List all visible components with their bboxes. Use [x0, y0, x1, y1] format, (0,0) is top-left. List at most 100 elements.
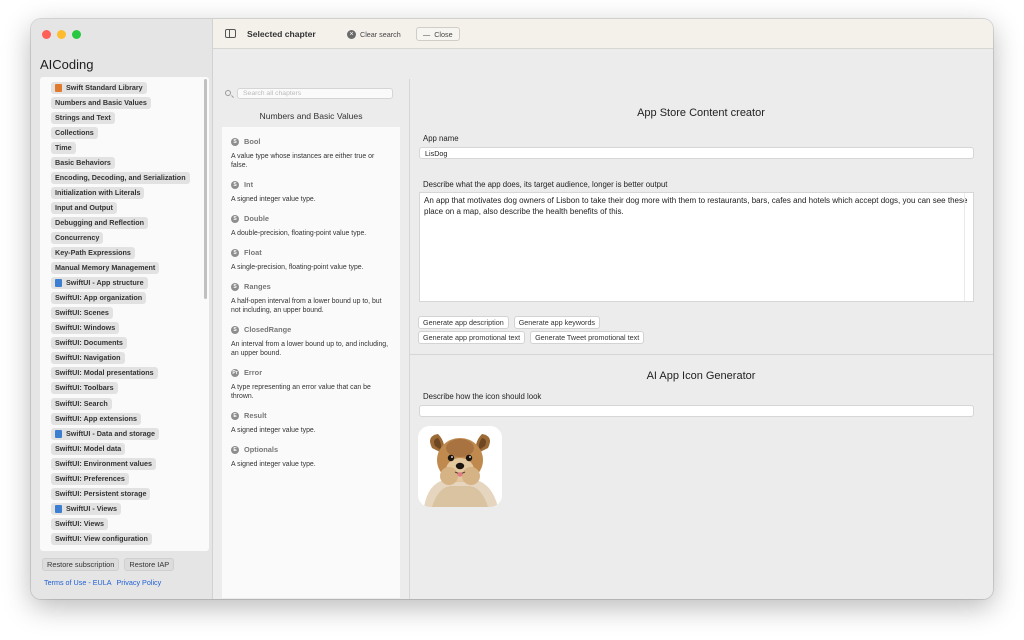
- chapter-chip[interactable]: SwiftUI: Search: [51, 397, 112, 410]
- entry-title[interactable]: S Ranges: [231, 282, 391, 291]
- sidebar-item[interactable]: Initialization with Literals: [51, 185, 209, 200]
- sidebar-item[interactable]: SwiftUI - App structure: [51, 276, 209, 291]
- chapter-label: Basic Behaviors: [55, 157, 111, 167]
- chapter-chip[interactable]: SwiftUI - Data and storage: [51, 427, 160, 440]
- sidebar-item[interactable]: SwiftUI: Windows: [51, 321, 209, 336]
- generate-promo-text-button[interactable]: Generate app promotional text: [418, 331, 526, 344]
- sidebar-item[interactable]: SwiftUI: Persistent storage: [51, 486, 209, 501]
- sidebar-item[interactable]: Collections: [51, 125, 209, 140]
- chapter-chip[interactable]: SwiftUI: App organization: [51, 292, 147, 305]
- terms-link[interactable]: Terms of Use - EULA: [44, 578, 112, 587]
- chapter-chip[interactable]: Strings and Text: [51, 111, 115, 124]
- chapter-chip[interactable]: SwiftUI: Documents: [51, 337, 127, 350]
- window-controls: [42, 30, 81, 39]
- close-window-button[interactable]: [42, 30, 51, 39]
- chapter-chip[interactable]: SwiftUI: Views: [51, 517, 108, 530]
- chapter-chip[interactable]: SwiftUI: Preferences: [51, 472, 129, 485]
- search-input[interactable]: [237, 87, 393, 99]
- chapter-label: SwiftUI - Data and storage: [66, 428, 156, 438]
- sidebar-item[interactable]: Basic Behaviors: [51, 155, 209, 170]
- restore-iap-button[interactable]: Restore IAP: [124, 558, 175, 571]
- generated-app-icon[interactable]: [418, 426, 502, 507]
- app-name-input[interactable]: [419, 147, 974, 159]
- generate-description-button[interactable]: Generate app description: [418, 316, 509, 329]
- chapter-chip[interactable]: SwiftUI: Environment values: [51, 457, 157, 470]
- close-button[interactable]: — Close: [416, 27, 460, 41]
- sidebar-item[interactable]: Concurrency: [51, 230, 209, 245]
- chapter-chip[interactable]: Collections: [51, 126, 98, 139]
- sidebar-item[interactable]: SwiftUI: Navigation: [51, 351, 209, 366]
- entry-title[interactable]: S Double: [231, 214, 391, 223]
- chapter-chip[interactable]: SwiftUI: Scenes: [51, 307, 113, 320]
- chapter-chip[interactable]: Numbers and Basic Values: [51, 96, 151, 109]
- entry-title[interactable]: E Optionals: [231, 445, 391, 454]
- entry-title[interactable]: S Int: [231, 180, 391, 189]
- chapter-chip[interactable]: Time: [51, 141, 76, 154]
- entry-title[interactable]: S Bool: [231, 137, 391, 146]
- sidebar-item[interactable]: Time: [51, 140, 209, 155]
- sidebar-item[interactable]: SwiftUI: Views: [51, 516, 209, 531]
- restore-subscription-button[interactable]: Restore subscription: [42, 558, 120, 571]
- entry-title[interactable]: E Result: [231, 411, 391, 420]
- chapter-chip[interactable]: SwiftUI - Views: [51, 502, 121, 515]
- icon-description-input[interactable]: [419, 405, 974, 417]
- chapter-chip[interactable]: SwiftUI: Navigation: [51, 352, 125, 365]
- textarea-scrollbar[interactable]: [964, 193, 973, 301]
- sidebar-item[interactable]: Strings and Text: [51, 110, 209, 125]
- chapter-chip[interactable]: SwiftUI: Modal presentations: [51, 367, 158, 380]
- chapter-chip[interactable]: Input and Output: [51, 201, 117, 214]
- sidebar-item[interactable]: Encoding, Decoding, and Serialization: [51, 170, 209, 185]
- sidebar-item[interactable]: Numbers and Basic Values: [51, 95, 209, 110]
- chapter-chip[interactable]: Debugging and Reflection: [51, 216, 149, 229]
- sidebar-item[interactable]: SwiftUI: Model data: [51, 441, 209, 456]
- chapter-heading: Numbers and Basic Values: [259, 111, 363, 121]
- chapter-chip[interactable]: SwiftUI - App structure: [51, 277, 148, 290]
- sidebar-item[interactable]: Debugging and Reflection: [51, 215, 209, 230]
- chapter-chip[interactable]: Key-Path Expressions: [51, 247, 135, 260]
- sidebar-item[interactable]: SwiftUI: View configuration: [51, 531, 209, 546]
- sidebar-item[interactable]: SwiftUI: Search: [51, 396, 209, 411]
- sidebar-toggle-icon[interactable]: [225, 29, 236, 38]
- chapter-chip[interactable]: SwiftUI: Model data: [51, 442, 126, 455]
- chapter-chip[interactable]: Manual Memory Management: [51, 262, 160, 275]
- entry-title[interactable]: S ClosedRange: [231, 325, 391, 334]
- chapter-chip[interactable]: SwiftUI: App extensions: [51, 412, 141, 425]
- describe-textarea[interactable]: An app that motivates dog owners of Lisb…: [419, 192, 974, 302]
- sidebar-item[interactable]: SwiftUI: Environment values: [51, 456, 209, 471]
- type-badge-icon: Pr: [231, 368, 239, 377]
- chapter-chip[interactable]: Encoding, Decoding, and Serialization: [51, 171, 190, 184]
- sidebar-item[interactable]: Manual Memory Management: [51, 261, 209, 276]
- sidebar-item[interactable]: SwiftUI: App extensions: [51, 411, 209, 426]
- chapter-chip[interactable]: SwiftUI: Windows: [51, 322, 120, 335]
- sidebar-item[interactable]: SwiftUI: Scenes: [51, 306, 209, 321]
- chapter-chip[interactable]: SwiftUI: Persistent storage: [51, 487, 151, 500]
- zoom-window-button[interactable]: [72, 30, 81, 39]
- generate-tweet-button[interactable]: Generate Tweet promotional text: [530, 331, 645, 344]
- dog-icon: [418, 426, 502, 507]
- sidebar-item[interactable]: SwiftUI: Modal presentations: [51, 366, 209, 381]
- sidebar-item[interactable]: SwiftUI: App organization: [51, 291, 209, 306]
- chapter-chip[interactable]: Swift Standard Library: [51, 81, 147, 94]
- entry-title[interactable]: S Float: [231, 248, 391, 257]
- sidebar-item[interactable]: SwiftUI: Documents: [51, 336, 209, 351]
- chapter-chip[interactable]: Concurrency: [51, 231, 104, 244]
- chapter-chip[interactable]: Initialization with Literals: [51, 186, 145, 199]
- entry-title[interactable]: Pr Error: [231, 368, 391, 377]
- sidebar-item[interactable]: Swift Standard Library: [51, 80, 209, 95]
- sidebar-item[interactable]: Input and Output: [51, 200, 209, 215]
- clear-search-button[interactable]: × Clear search: [342, 27, 406, 41]
- chapter-chip[interactable]: SwiftUI: Toolbars: [51, 382, 118, 395]
- minimize-window-button[interactable]: [57, 30, 66, 39]
- chapter-label: Key-Path Expressions: [55, 248, 131, 258]
- sidebar-scrollbar[interactable]: [204, 79, 207, 299]
- sidebar-item[interactable]: SwiftUI: Toolbars: [51, 381, 209, 396]
- generate-keywords-button[interactable]: Generate app keywords: [513, 316, 601, 329]
- sidebar-item[interactable]: Key-Path Expressions: [51, 246, 209, 261]
- chapter-chip[interactable]: SwiftUI: View configuration: [51, 532, 152, 545]
- entry-description: A double-precision, floating-point value…: [231, 230, 367, 237]
- chapter-chip[interactable]: Basic Behaviors: [51, 156, 115, 169]
- sidebar-item[interactable]: SwiftUI: Preferences: [51, 471, 209, 486]
- privacy-link[interactable]: Privacy Policy: [117, 578, 162, 587]
- sidebar-item[interactable]: SwiftUI - Views: [51, 501, 209, 516]
- sidebar-item[interactable]: SwiftUI - Data and storage: [51, 426, 209, 441]
